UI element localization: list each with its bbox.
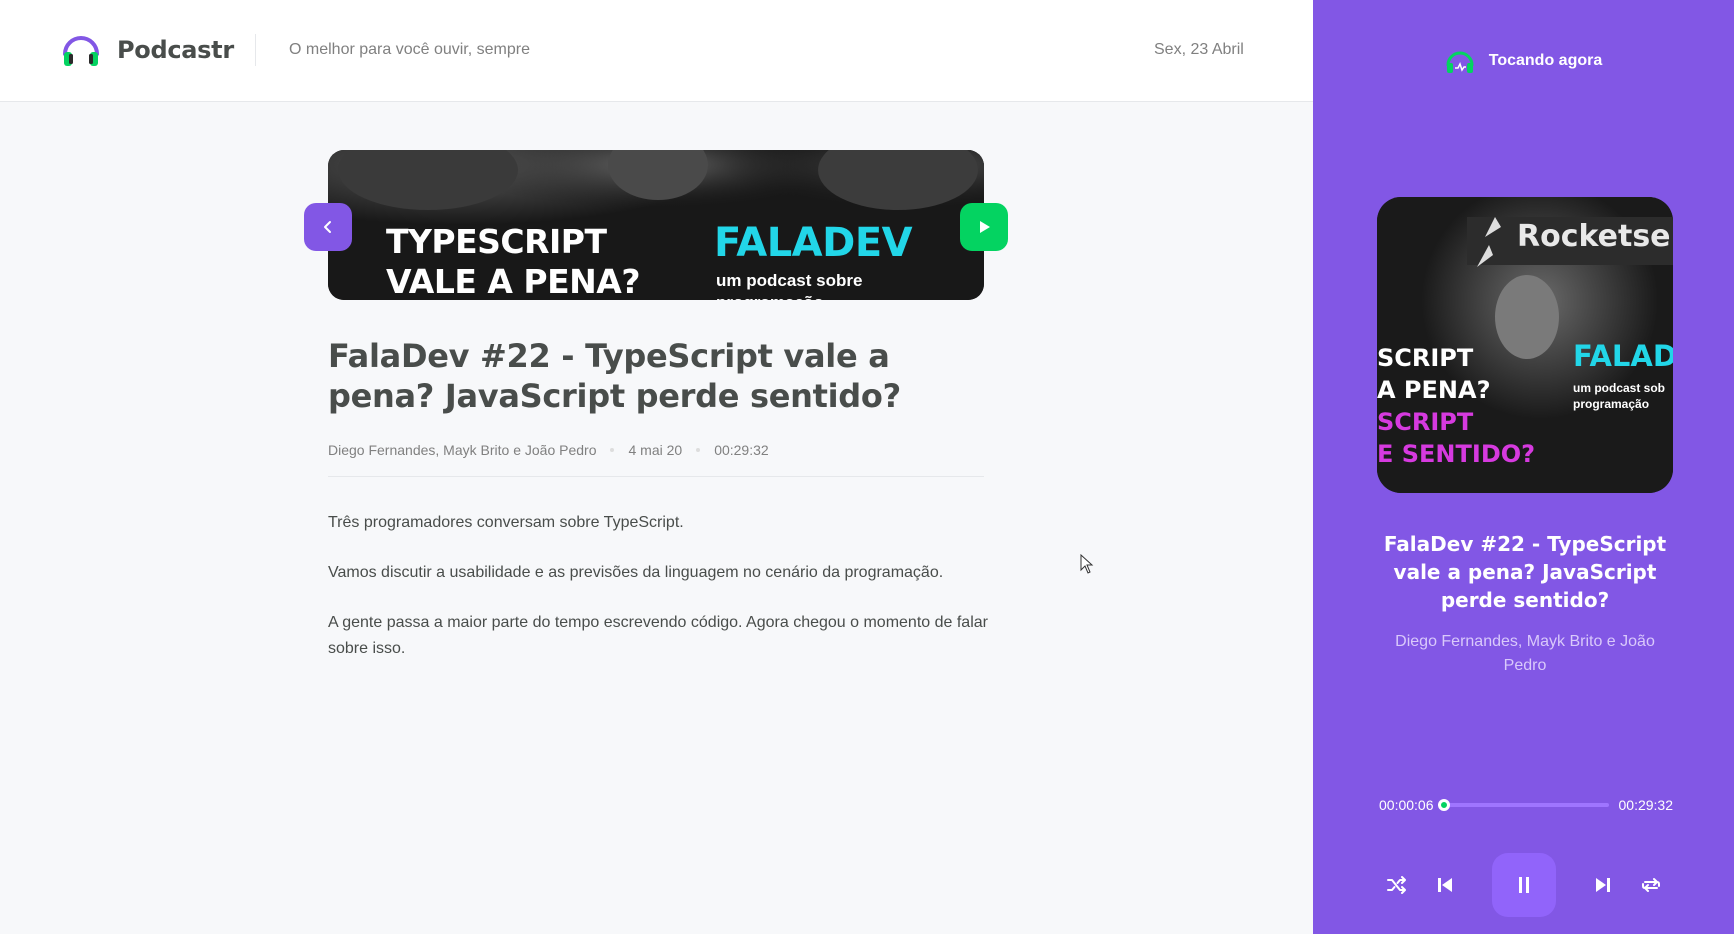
player-thumbnail-line4: E SENTIDO? [1377,440,1536,468]
shuffle-icon [1386,876,1406,894]
player-thumbnail-line3: SCRIPT [1377,408,1474,436]
meta-separator [610,448,615,452]
player-thumbnail-subtitle: um podcast sob programação [1573,380,1665,412]
episode-published-at: 4 mai 20 [628,442,683,458]
player-controls [1313,853,1734,917]
player-thumbnail-podcast-name: FALAD [1573,339,1673,373]
thumbnail-title-left: TYPESCRIPT VALE A PENA? [386,222,640,300]
repeat-icon [1641,878,1660,892]
logo-text[interactable]: Podcastr [117,36,234,64]
thumbnail-title-line1: TYPESCRIPT [386,222,607,261]
current-time: 00:00:06 [1379,797,1434,813]
meta-divider [328,476,984,477]
thumbnail-brand: FALADEV [714,220,913,266]
player-header-label: Tocando agora [1488,52,1603,69]
description-paragraph: Três programadores conversam sobre TypeS… [328,514,684,531]
play-previous-icon [1437,878,1452,892]
tagline: O melhor para você ouvir, sempre [289,41,530,58]
headphones-icon [1446,51,1474,73]
player-episode-title: FalaDev #22 - TypeScript vale a pena? Ja… [1383,532,1667,612]
episode-thumbnail: TYPESCRIPT VALE A PENA? FALADEV um podca… [328,150,984,300]
progress-handle[interactable] [1438,799,1451,811]
current-date: Sex, 23 Abril [1154,41,1244,58]
description-paragraph: A gente passa a maior parte do tempo esc… [328,614,988,657]
header-divider [255,34,256,66]
play-icon [980,221,990,233]
pause-button[interactable] [1491,853,1556,917]
episode-title: FalaDev #22 - TypeScript vale a pena? Ja… [328,337,901,415]
player-thumbnail: Rocketse SCRIPT A PENA? SCRIPT E SENTIDO… [1377,197,1673,493]
thumbnail-subtitle: um podcast sobre programação [716,270,862,300]
player-thumbnail-sub-line2: programação [1573,397,1650,411]
next-button[interactable] [1590,872,1616,898]
total-time: 00:29:32 [1618,797,1674,813]
shuffle-button[interactable] [1384,872,1410,898]
player-panel: Tocando agora Rocketse SCRIPT A PENA? SC… [1313,0,1734,934]
progress-bar: 00:00:06 00:29:32 [1379,796,1673,814]
player-thumbnail-brand: Rocketse [1517,219,1671,254]
play-next-icon [1595,878,1610,892]
thumbnail-title-line2: VALE A PENA? [386,262,640,300]
chevron-left-icon [324,221,331,233]
player-thumbnail-title: SCRIPT A PENA? SCRIPT E SENTIDO? [1377,342,1535,470]
player-thumbnail-sub-line1: um podcast sob [1573,381,1666,395]
progress-slider[interactable] [1438,799,1609,811]
player-thumbnail-line2: A PENA? [1377,376,1491,404]
episode-duration: 00:29:32 [714,442,769,458]
description-paragraph: Vamos discutir a usabilidade e as previs… [328,564,944,581]
thumbnail-subtitle-line2: programação [716,292,862,300]
headphones-icon [63,36,99,66]
play-episode-button[interactable] [960,203,1008,251]
episode-members: Diego Fernandes, Mayk Brito e João Pedro [328,442,597,458]
player-episode-members: Diego Fernandes, Mayk Brito e João Pedro [1395,633,1655,674]
repeat-button[interactable] [1638,872,1664,898]
back-button[interactable] [304,203,352,251]
mouse-cursor-icon [1080,554,1094,574]
thumbnail-subtitle-line1: um podcast sobre [716,271,863,290]
previous-button[interactable] [1432,872,1458,898]
episode-description: Três programadores conversam sobre TypeS… [328,510,988,686]
meta-separator [696,448,701,452]
header: Podcastr O melhor para você ouvir, sempr… [0,0,1313,102]
pause-icon [1518,877,1529,893]
player-header: Tocando agora [1313,48,1734,74]
episode-meta: Diego Fernandes, Mayk Brito e João Pedro… [328,442,769,458]
player-thumbnail-line1: SCRIPT [1377,344,1474,372]
